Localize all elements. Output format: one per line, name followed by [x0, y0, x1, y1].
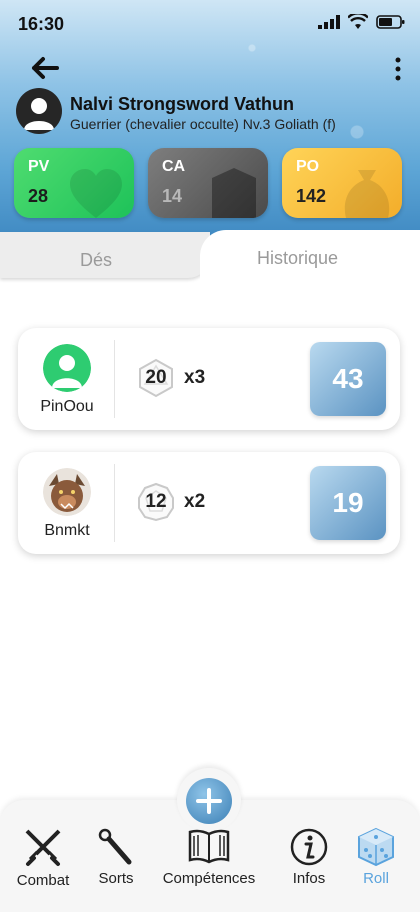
die-multiplier: x3 [184, 367, 206, 388]
back-arrow-icon[interactable] [30, 56, 60, 80]
wifi-icon [348, 14, 368, 29]
nav-item-spells[interactable]: Sorts [92, 826, 140, 887]
plus-icon [196, 788, 222, 814]
history-item[interactable]: PinOou 20 x3 43 [18, 328, 400, 430]
heart-icon [70, 169, 122, 218]
stat-value: 142 [296, 186, 327, 206]
nav-label: Compétences [162, 870, 256, 887]
stat-label: PV [28, 158, 50, 175]
status-time: 16:30 [18, 14, 65, 34]
die-type: 20 [145, 367, 167, 388]
character-name: Nalvi Strongsword Vathun [70, 94, 295, 114]
nav-label: Combat [16, 872, 70, 889]
die-type: 12 [145, 491, 167, 512]
monster-avatar-icon [43, 468, 91, 516]
user-name: Bnmkt [44, 522, 90, 539]
book-icon [188, 829, 230, 864]
tab-dice-label: Dés [80, 250, 113, 270]
nav-item-skills[interactable]: Compétences [158, 826, 260, 887]
signal-icon [318, 15, 340, 29]
coin-bag-icon [344, 170, 390, 218]
divider [114, 340, 115, 418]
character-avatar[interactable] [16, 88, 62, 134]
tab-dice[interactable]: Dés [0, 232, 210, 278]
nav-item-combat[interactable]: Combat [12, 826, 74, 889]
shield-icon [212, 168, 256, 218]
crossed-swords-icon [25, 829, 61, 866]
user-avatar [43, 468, 91, 516]
user-silhouette-icon [43, 344, 91, 392]
user-silhouette-icon [24, 98, 54, 130]
info-icon [290, 828, 328, 866]
tab-history-label: Historique [257, 248, 339, 268]
status-bar: 16:30 [0, 0, 420, 48]
nav-label: Roll [363, 870, 389, 887]
roll-result: 19 [310, 466, 386, 540]
die-multiplier: x2 [184, 491, 206, 512]
stat-value: 14 [162, 186, 183, 206]
divider [114, 464, 115, 542]
add-button[interactable] [186, 778, 232, 824]
character-subtitle: Guerrier (chevalier occulte) Nv.3 Goliat… [70, 116, 336, 132]
user-avatar [43, 344, 91, 392]
stat-label: PO [296, 158, 320, 175]
history-list: PinOou 20 x3 43 Bnmkt 12 x2 19 [0, 290, 420, 810]
more-options-icon[interactable] [388, 56, 408, 82]
stat-value: 28 [28, 186, 49, 206]
user-name: PinOou [40, 398, 94, 415]
stat-label: CA [162, 158, 186, 175]
tab-history[interactable]: Historique [200, 230, 420, 290]
stat-card-pv[interactable]: PV 28 [14, 148, 134, 218]
battery-icon [376, 15, 405, 29]
nav-item-infos[interactable]: Infos [284, 826, 334, 887]
roll-result: 43 [310, 342, 386, 416]
tabs: Dés Historique [0, 230, 420, 290]
history-item[interactable]: Bnmkt 12 x2 19 [18, 452, 400, 554]
nav-item-roll[interactable]: Roll [352, 826, 400, 887]
stat-card-po[interactable]: PO 142 [282, 148, 402, 218]
wand-icon [98, 828, 132, 865]
dice-icon [358, 827, 394, 867]
nav-label: Sorts [98, 870, 134, 887]
status-icons [318, 14, 406, 30]
nav-label: Infos [292, 870, 326, 887]
stat-card-ca[interactable]: CA 14 [148, 148, 268, 218]
